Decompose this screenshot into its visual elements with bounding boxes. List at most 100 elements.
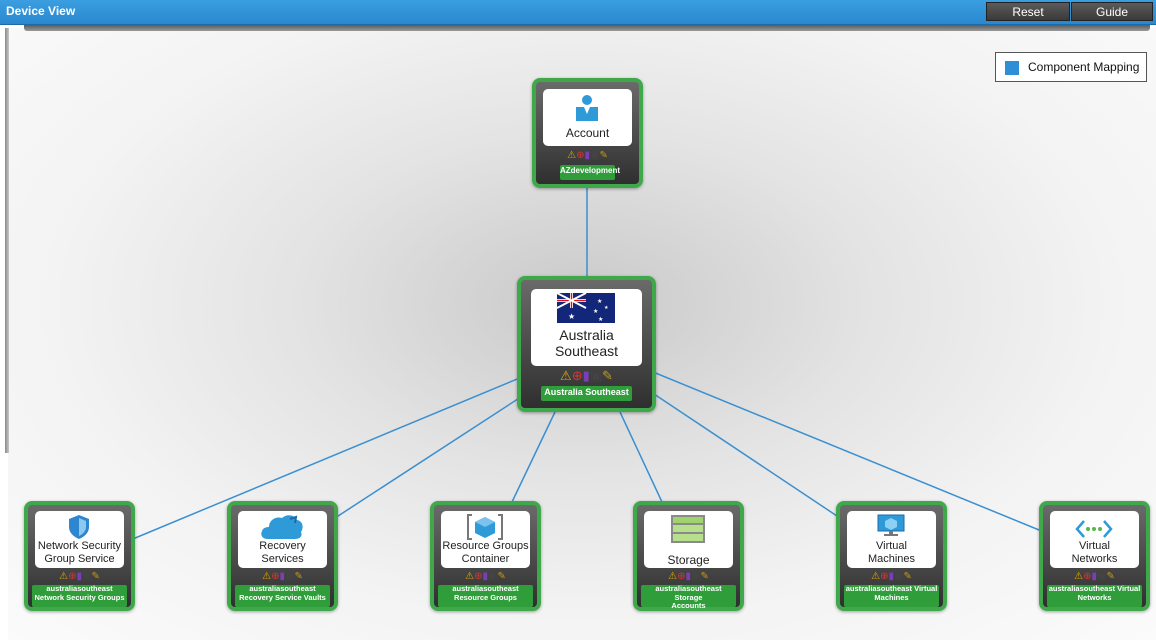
child-card: Storage [644, 511, 733, 568]
storage-icon [671, 515, 705, 543]
child-label-line2: Group Service [44, 553, 115, 565]
warning-icon[interactable]: ⚠ [262, 572, 271, 582]
account-status-icons: ⚠⊕▮▣✎ [536, 150, 639, 161]
child-card: Virtual Machines [847, 511, 936, 568]
account-card: Account [543, 89, 632, 146]
child-card: Resource Groups Container [441, 511, 530, 568]
wrench-icon[interactable]: ✎ [700, 572, 708, 582]
child-status-icons: ⚠⊕▮▣✎ [28, 571, 131, 582]
svg-text:★: ★ [604, 305, 609, 311]
child-name-bar[interactable]: australiasoutheast Virtual Machines [844, 584, 939, 607]
child-label-line1: Virtual [876, 540, 907, 552]
wrench-icon[interactable]: ✎ [1106, 572, 1114, 582]
child-name-bar[interactable]: australiasoutheast Virtual Networks [1047, 584, 1142, 607]
child-label-line1: Recovery [259, 540, 306, 552]
warning-icon[interactable]: ⚠ [560, 369, 572, 382]
cube-icon [467, 514, 503, 540]
svg-text:★: ★ [598, 316, 603, 323]
link-region-recovery [334, 392, 528, 519]
child-node-network-security[interactable]: Network Security Group Service ⚠⊕▮▣✎ aus… [24, 501, 135, 611]
printer-icon[interactable]: ▣ [894, 572, 903, 582]
australia-flag-icon: ★ ★ ★ ★ ★ [557, 293, 615, 323]
child-label-line2: Services [261, 553, 304, 565]
printer-icon[interactable]: ▣ [590, 151, 599, 161]
child-name-line1: australiasoutheast Storage [655, 584, 722, 602]
region-node[interactable]: ★ ★ ★ ★ ★ Australia Southeast ⚠⊕▮▣✎ Aust… [517, 276, 656, 412]
account-name-bar[interactable]: AZdevelopment [560, 165, 620, 180]
legend-label: Component Mapping [1028, 60, 1140, 74]
child-card: Network Security Group Service [35, 511, 124, 568]
wrench-icon[interactable]: ✎ [497, 572, 505, 582]
child-name-bar[interactable]: australiasoutheast Storage Accounts [641, 584, 736, 610]
legend-swatch [1005, 61, 1019, 75]
lifebuoy-icon[interactable]: ⊕ [68, 572, 76, 582]
account-label: Account [565, 126, 610, 140]
cloud-icon [261, 515, 303, 539]
child-name-bar[interactable]: australiasoutheast Network Security Grou… [32, 584, 127, 607]
wrench-icon[interactable]: ✎ [599, 151, 607, 161]
svg-text:★: ★ [568, 312, 575, 321]
child-status-icons: ⚠⊕▮▣✎ [434, 571, 537, 582]
link-region-storage [619, 411, 663, 503]
child-name-bar[interactable]: australiasoutheast Resource Groups [438, 584, 533, 607]
child-node-resource-groups[interactable]: Resource Groups Container ⚠⊕▮▣✎ australi… [430, 501, 541, 611]
child-card: Recovery Services [238, 511, 327, 568]
child-node-virtual-networks[interactable]: Virtual Networks ⚠⊕▮▣✎ australiasoutheas… [1039, 501, 1150, 611]
child-status-icons: ⚠⊕▮▣✎ [1043, 571, 1146, 582]
svg-text:★: ★ [593, 308, 598, 315]
child-status-icons: ⚠⊕▮▣✎ [840, 571, 943, 582]
link-region-resourcegroups [511, 411, 556, 503]
child-label-line2: Container [461, 553, 510, 565]
region-label-line2: Southeast [554, 343, 619, 359]
lifebuoy-icon[interactable]: ⊕ [576, 151, 584, 161]
wrench-icon[interactable]: ✎ [294, 572, 302, 582]
printer-icon[interactable]: ▣ [285, 572, 294, 582]
child-node-virtual-machines[interactable]: Virtual Machines ⚠⊕▮▣✎ australiasoutheas… [836, 501, 947, 611]
performance-icon[interactable]: ▮ [583, 369, 590, 382]
wrench-icon[interactable]: ✎ [903, 572, 911, 582]
monitor-icon [877, 514, 905, 536]
region-name-bar[interactable]: Australia Southeast [541, 386, 632, 401]
child-card: Virtual Networks [1050, 511, 1139, 568]
lifebuoy-icon[interactable]: ⊕ [1083, 572, 1091, 582]
printer-icon[interactable]: ▣ [590, 369, 602, 382]
warning-icon[interactable]: ⚠ [465, 572, 474, 582]
region-label-line1: Australia [559, 327, 614, 343]
printer-icon[interactable]: ▣ [82, 572, 91, 582]
shield-icon [69, 515, 89, 539]
wrench-icon[interactable]: ✎ [602, 369, 613, 382]
lifebuoy-icon[interactable]: ⊕ [880, 572, 888, 582]
printer-icon[interactable]: ▣ [488, 572, 497, 582]
printer-icon[interactable]: ▣ [691, 572, 700, 582]
lifebuoy-icon[interactable]: ⊕ [271, 572, 279, 582]
person-icon [576, 95, 598, 121]
child-name-line2: Networks [1077, 592, 1112, 602]
warning-icon[interactable]: ⚠ [59, 572, 68, 582]
child-status-icons: ⚠⊕▮▣✎ [637, 571, 740, 582]
region-card: ★ ★ ★ ★ ★ Australia Southeast [531, 289, 642, 366]
warning-icon[interactable]: ⚠ [1074, 572, 1083, 582]
lifebuoy-icon[interactable]: ⊕ [474, 572, 482, 582]
printer-icon[interactable]: ▣ [1097, 572, 1106, 582]
svg-text:★: ★ [597, 298, 602, 305]
region-status-icons: ⚠⊕▮▣✎ [521, 368, 652, 383]
child-label-line2: Machines [867, 553, 916, 565]
child-name-line2: Machines [874, 592, 909, 602]
warning-icon[interactable]: ⚠ [567, 151, 576, 161]
child-node-recovery-services[interactable]: Recovery Services ⚠⊕▮▣✎ australiasouthea… [227, 501, 338, 611]
warning-icon[interactable]: ⚠ [871, 572, 880, 582]
child-name-line2: Resource Groups [454, 592, 517, 602]
component-mapping-legend: Component Mapping [995, 52, 1147, 82]
child-name-line2: Recovery Service Vaults [239, 592, 326, 602]
child-node-storage[interactable]: Storage ⚠⊕▮▣✎ australiasoutheast Storage… [633, 501, 744, 611]
warning-icon[interactable]: ⚠ [668, 572, 677, 582]
lifebuoy-icon[interactable]: ⊕ [677, 572, 685, 582]
lifebuoy-icon[interactable]: ⊕ [572, 369, 583, 382]
network-icon [1075, 520, 1113, 538]
account-node[interactable]: Account ⚠⊕▮▣✎ AZdevelopment [532, 78, 643, 188]
child-name-line2: Accounts [671, 601, 706, 611]
child-label-line1: Virtual [1079, 540, 1110, 552]
wrench-icon[interactable]: ✎ [91, 572, 99, 582]
child-label-line2: Storage [667, 553, 710, 567]
child-name-bar[interactable]: australiasoutheast Recovery Service Vaul… [235, 584, 330, 607]
